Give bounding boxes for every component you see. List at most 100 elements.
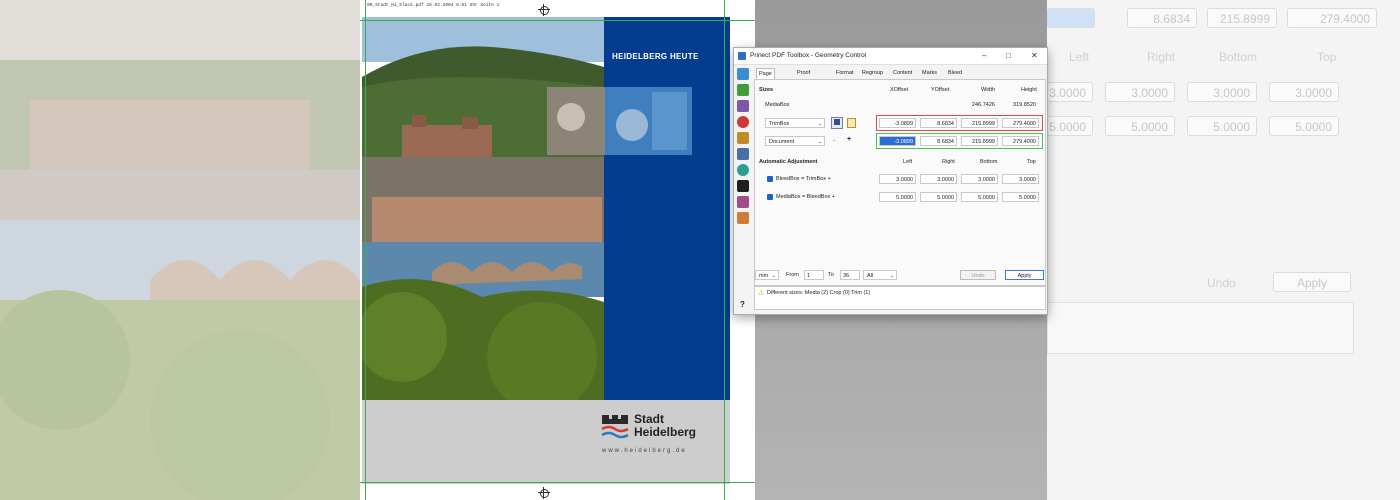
media-left[interactable]: 5.0000 [879, 192, 916, 202]
page-sizes-panel: Sizes XOffset YOffset Width Height Media… [754, 79, 1046, 286]
document-width[interactable]: 215.8999 [961, 136, 998, 146]
tool-icon-inspect[interactable] [737, 148, 749, 160]
page-icon[interactable] [847, 118, 856, 128]
page-header-line: 00_Stadt_Hi_black.pdf 26.02.2004 8:51 Uh… [367, 3, 500, 8]
status-area: ⚠ Different sizes: Media (2) Crop (0) Tr… [754, 286, 1046, 310]
document-xoffset[interactable]: -3.0899 [879, 136, 916, 146]
media-bottom[interactable]: 5.0000 [961, 192, 998, 202]
document-select[interactable]: Document ⌄ [765, 136, 825, 146]
tab-proof-color[interactable]: Proof Color [797, 68, 810, 87]
chevron-down-icon: ⌄ [817, 139, 822, 145]
media-right[interactable]: 5.0000 [920, 192, 957, 202]
mediabox-checkbox[interactable] [767, 194, 773, 200]
bleedbox-checkbox[interactable] [767, 176, 773, 182]
background-photo [0, 0, 360, 500]
mediabox-height: 319.8520 [1013, 102, 1036, 108]
to-label: To [828, 272, 834, 278]
maximize-icon[interactable]: □ [1006, 51, 1011, 60]
col-left: Left [903, 159, 913, 165]
col-bottom: Bottom [980, 159, 998, 165]
trimbox-select[interactable]: TrimBox ⌄ [765, 118, 825, 128]
sizes-heading: Sizes [759, 87, 774, 93]
range-select[interactable]: All ⌄ [863, 270, 897, 280]
trimbox-xoffset[interactable]: -3.0899 [879, 118, 916, 128]
col-top: Top [1027, 159, 1036, 165]
trim-guide-right [724, 0, 725, 500]
to-input[interactable]: 36 [840, 270, 860, 280]
trimbox-yoffset[interactable]: 8.6834 [920, 118, 957, 128]
logo-text-heidelberg: Heidelberg [634, 425, 697, 439]
ghost-field: 3.0000 [1105, 82, 1175, 102]
bleed-right[interactable]: 3.0000 [920, 174, 957, 184]
ghost-col-label: Bottom [1219, 50, 1258, 64]
tool-icon-preflight[interactable] [737, 68, 749, 80]
col-xoffset: XOffset [890, 87, 909, 93]
ghost-col-label: Right [1147, 50, 1176, 64]
tool-icon-search[interactable] [737, 196, 749, 208]
ghost-field: 5.0000 [1269, 116, 1339, 136]
dialog-titlebar[interactable]: Prinect PDF Toolbox - Geometry Control –… [734, 48, 1047, 65]
from-input[interactable]: 1 [804, 270, 824, 280]
cover-title: HEIDELBERG HEUTE [612, 52, 699, 61]
trimbox-height[interactable]: 279.4000 [1002, 118, 1039, 128]
trim-guide-top [360, 20, 755, 21]
lock-toggle-icon[interactable] [831, 117, 843, 129]
trimbox-width[interactable]: 215.8999 [961, 118, 998, 128]
tab-format[interactable]: Format [836, 68, 853, 79]
bleed-left[interactable]: 3.0000 [879, 174, 916, 184]
undo-button[interactable]: Undo [960, 270, 996, 280]
dropdown-arrow-icon[interactable]: ⌄ [832, 137, 837, 143]
tool-icon-tools[interactable] [737, 100, 749, 112]
range-select-value: All [867, 273, 874, 279]
ghost-field: 3.0000 [1187, 82, 1257, 102]
col-width: Width [981, 87, 996, 93]
document-select-value: Document [769, 139, 795, 145]
from-label: From [786, 272, 799, 278]
cover-collage [547, 87, 692, 155]
tab-bleed[interactable]: Bleed [948, 68, 962, 79]
add-icon[interactable]: + [847, 136, 851, 143]
ghost-field: 215.8999 [1207, 8, 1277, 28]
ghost-undo: Undo [1207, 276, 1236, 290]
media-top[interactable]: 5.0000 [1002, 192, 1039, 202]
tool-icon-check[interactable] [737, 84, 749, 96]
ghost-field: 5.0000 [1047, 116, 1093, 136]
unit-select-value: mm [759, 273, 769, 279]
bleed-bottom[interactable]: 3.0000 [961, 174, 998, 184]
geometry-control-dialog: Prinect PDF Toolbox - Geometry Control –… [733, 47, 1048, 315]
chevron-down-icon: ⌄ [771, 273, 776, 279]
unit-select[interactable]: mm ⌄ [755, 270, 779, 280]
tab-regroup[interactable]: Regroup [862, 68, 883, 79]
tool-icon-edit[interactable] [737, 212, 749, 224]
bleed-top[interactable]: 3.0000 [1002, 174, 1039, 184]
document-yoffset[interactable]: 8.6834 [920, 136, 957, 146]
cover-footer-band [362, 400, 730, 484]
ghost-field: 3.0000 [1269, 82, 1339, 102]
auto-adjust-heading: Automatic Adjustment [759, 159, 818, 165]
tool-icon-color[interactable] [737, 116, 749, 128]
tool-icon-windows[interactable] [737, 180, 749, 192]
ghost-col-label: Left [1069, 50, 1090, 64]
ghost-field: 8.6834 [1127, 8, 1197, 28]
minimize-icon[interactable]: – [982, 51, 986, 60]
tab-marks[interactable]: Marks [922, 68, 937, 79]
ghost-status-box [1047, 302, 1354, 354]
ghost-field: 5.0000 [1187, 116, 1257, 136]
mediabox-width: 246.7426 [972, 102, 995, 108]
dialog-title: Prinect PDF Toolbox - Geometry Control [750, 52, 867, 59]
cover-photo [362, 17, 604, 400]
ghost-field: 3.0000 [1047, 82, 1093, 102]
trim-guide-left [365, 0, 366, 500]
trim-guide-bottom [360, 482, 755, 483]
help-icon[interactable]: ? [740, 300, 745, 309]
ghost-col-label: Top [1317, 50, 1337, 64]
tool-icon-geometry[interactable] [737, 132, 749, 144]
close-icon[interactable]: ✕ [1031, 51, 1038, 60]
document-height[interactable]: 279.4000 [1002, 136, 1039, 146]
tool-icon-trap[interactable] [737, 164, 749, 176]
ghost-field: 5.0000 [1105, 116, 1175, 136]
heidelberg-logo-icon [601, 415, 629, 439]
cover-blue-band [604, 17, 730, 400]
apply-button[interactable]: Apply [1005, 270, 1044, 280]
tab-content[interactable]: Content [893, 68, 912, 79]
